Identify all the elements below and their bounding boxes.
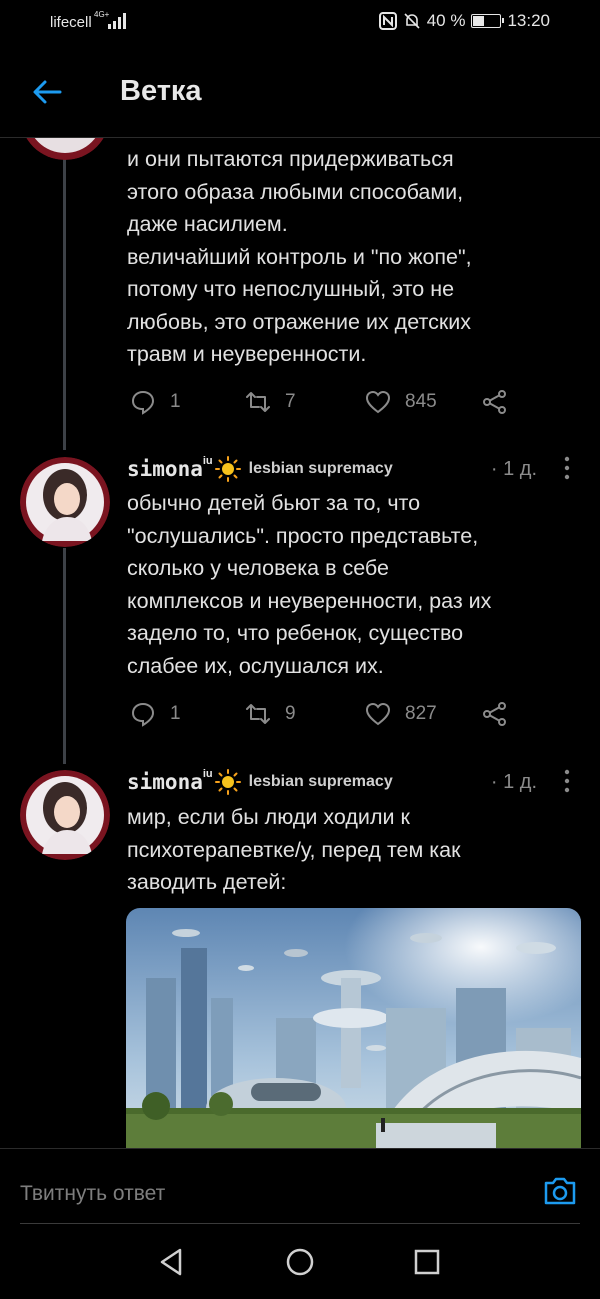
- reply-count: 1: [170, 391, 181, 412]
- tweet-author-row: simona iu lesbian supremacy · 1 д.: [127, 768, 577, 796]
- author-name-sup: iu: [202, 768, 213, 780]
- tweet-text: и они пытаются придерживаться этого обра…: [127, 147, 472, 366]
- author-handle[interactable]: lesbian supremacy: [249, 773, 393, 791]
- carrier-label: lifecell: [50, 14, 92, 31]
- like-count: 827: [405, 703, 437, 724]
- thread-connector: [63, 140, 66, 450]
- retweet-icon: [246, 704, 270, 724]
- author-name[interactable]: simona: [127, 457, 203, 481]
- tweet-actions: 1 7 845: [130, 389, 520, 419]
- back-arrow-icon[interactable]: [30, 75, 64, 109]
- status-right: 40 % 13:20: [378, 11, 550, 31]
- avatar[interactable]: [20, 457, 110, 547]
- reply-input-underline: [20, 1223, 580, 1224]
- reply-button[interactable]: 1: [130, 701, 181, 727]
- share-icon: [483, 390, 506, 414]
- more-options-icon[interactable]: [563, 455, 571, 481]
- sun-emoji-icon: [214, 769, 241, 795]
- clock: 13:20: [507, 11, 550, 30]
- like-button[interactable]: 845: [365, 389, 437, 415]
- tweet-author-row: simona iu lesbian supremacy · 1 д.: [127, 455, 577, 483]
- system-nav-bar: [0, 1225, 600, 1299]
- share-button[interactable]: [482, 389, 508, 415]
- battery-percent: 40 %: [426, 11, 466, 30]
- tweet-time: · 1 д.: [490, 770, 537, 793]
- avatar[interactable]: [20, 770, 110, 860]
- heart-icon: [365, 702, 391, 726]
- share-icon: [483, 702, 506, 726]
- sun-emoji-icon: [214, 456, 241, 482]
- retweet-button[interactable]: 9: [245, 701, 296, 727]
- tweet-time: · 1 д.: [490, 457, 537, 480]
- retweet-count: 9: [285, 703, 296, 724]
- like-count: 845: [405, 391, 437, 412]
- camera-icon[interactable]: [542, 1175, 578, 1207]
- tweet-actions: 1 9 827: [130, 701, 520, 731]
- top-app-bar: Ветка: [0, 45, 600, 138]
- retweet-button[interactable]: 7: [245, 389, 296, 415]
- nav-home-icon[interactable]: [285, 1247, 315, 1277]
- nfc-icon: [378, 12, 397, 30]
- tweet-text: обычно детей бьют за то, что "ослушались…: [127, 491, 492, 678]
- reply-icon: [131, 390, 155, 415]
- battery-icon: [471, 14, 505, 28]
- share-button[interactable]: [482, 701, 508, 727]
- like-button[interactable]: 827: [365, 701, 437, 727]
- reply-count: 1: [170, 703, 181, 724]
- futuristic-city-image: [126, 908, 581, 1168]
- heart-icon: [365, 390, 391, 414]
- status-bar: lifecell 4G+ 40 % 13:20: [0, 0, 600, 45]
- mute-icon: [404, 13, 420, 29]
- author-name[interactable]: simona: [127, 770, 203, 794]
- more-options-icon[interactable]: [563, 768, 571, 794]
- reply-composer-bar: Твитнуть ответ: [0, 1148, 600, 1224]
- retweet-count: 7: [285, 391, 296, 412]
- reply-input[interactable]: Твитнуть ответ: [20, 1182, 165, 1206]
- author-handle[interactable]: lesbian supremacy: [249, 460, 393, 478]
- reply-icon: [131, 702, 155, 727]
- author-name-sup: iu: [202, 455, 213, 467]
- page-title: Ветка: [120, 75, 202, 107]
- signal-icon: [108, 13, 126, 29]
- thread-connector: [63, 548, 66, 764]
- tweet-text: мир, если бы люди ходили к психотерапевт…: [127, 805, 461, 894]
- retweet-icon: [246, 392, 270, 412]
- tweet-image[interactable]: [126, 908, 581, 1168]
- reply-button[interactable]: 1: [130, 389, 181, 415]
- nav-recents-icon[interactable]: [412, 1247, 442, 1277]
- nav-back-icon[interactable]: [156, 1247, 186, 1277]
